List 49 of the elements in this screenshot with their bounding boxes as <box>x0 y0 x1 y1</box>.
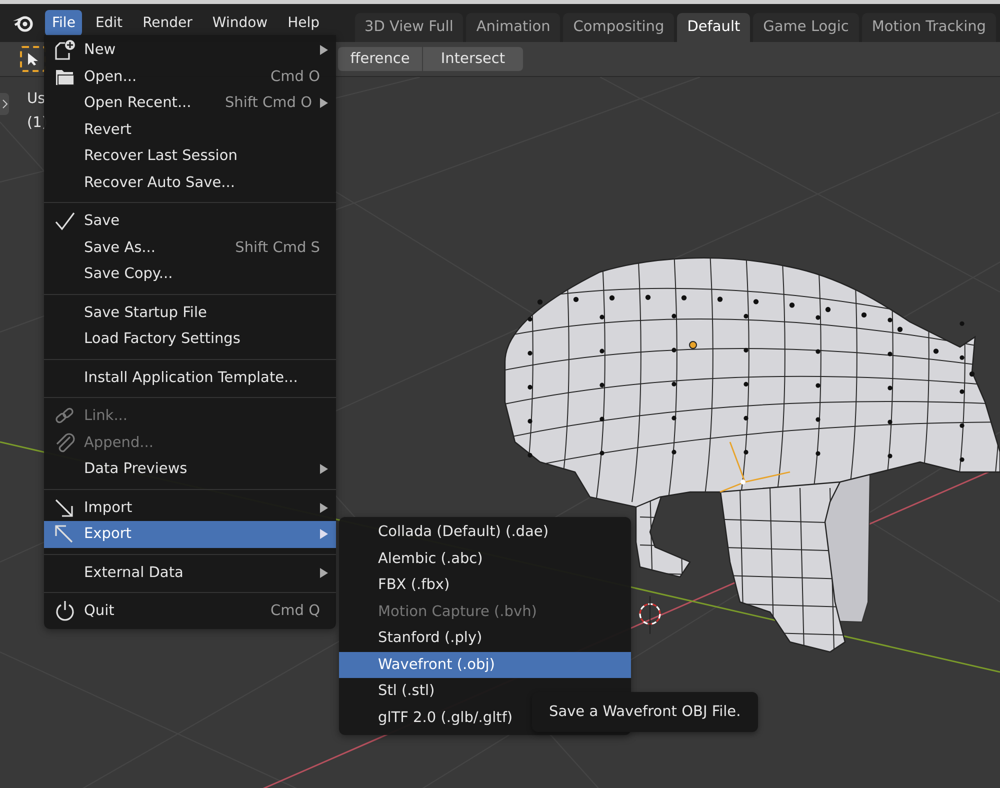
power-icon <box>54 600 76 622</box>
menu-item[interactable]: File <box>45 10 82 36</box>
menu-item[interactable]: Data Previews <box>44 456 336 482</box>
shortcut-text: Cmd Q <box>270 603 320 620</box>
shortcut-text: Shift Cmd S <box>235 240 320 256</box>
menu-item[interactable]: Wavefront (.obj) <box>339 652 631 678</box>
menu-item[interactable]: FBX (.fbx) <box>339 572 631 598</box>
arrow-down-right-icon <box>54 498 76 518</box>
menu-item[interactable]: Import <box>44 494 336 521</box>
workspace-tab[interactable]: Compositing <box>563 13 674 42</box>
workspace-tab[interactable]: Motion Tracking <box>862 13 996 42</box>
toolbar-button[interactable]: fference <box>338 47 422 71</box>
menu-item[interactable]: Save <box>44 208 336 234</box>
menu-item[interactable]: Open Recent... Shift Cmd O <box>44 90 336 116</box>
3d-cursor-icon <box>639 596 661 634</box>
menu-item[interactable]: Export <box>44 521 336 548</box>
tooltip: Save a Wavefront OBJ File. <box>532 692 758 732</box>
menu-item[interactable]: Open... Cmd O <box>44 64 336 90</box>
workspace-tab[interactable]: Game Logic <box>753 13 859 42</box>
toolbar-button[interactable]: Intersect <box>423 47 523 71</box>
chevron-right-icon <box>2 99 8 109</box>
menu-item[interactable]: Quit Cmd Q <box>44 598 336 624</box>
shortcut-text: Shift Cmd O <box>224 95 312 112</box>
menu-item[interactable]: Load Factory Settings <box>44 326 336 352</box>
menu-item[interactable]: Help <box>280 10 327 36</box>
logo-icon[interactable] <box>12 13 34 33</box>
viewport-info-text: Us <box>27 91 46 107</box>
menu-item[interactable]: Recover Last Session <box>44 143 336 170</box>
checkmark-icon <box>54 210 76 232</box>
workspace-tab[interactable]: Default <box>677 13 750 42</box>
menu-item[interactable]: Save As... Shift Cmd S <box>44 234 336 261</box>
menu-item[interactable]: Alembic (.abc) <box>339 546 631 572</box>
menu-item[interactable]: Render <box>136 10 200 36</box>
paperclip-icon <box>54 432 76 453</box>
menu-item[interactable]: Collada (Default) (.dae) <box>339 519 631 546</box>
sidebar-toggle[interactable] <box>0 93 9 115</box>
workspace-tab[interactable]: 3D View Full <box>354 13 464 42</box>
menu-item[interactable]: Recover Auto Save... <box>44 170 336 196</box>
menu-item[interactable]: Edit <box>88 10 130 36</box>
menu-item[interactable]: Install Application Template... <box>44 364 336 391</box>
shortcut-text: Cmd O <box>270 68 320 85</box>
menu-item[interactable]: Stanford (.ply) <box>339 625 631 652</box>
menu-item[interactable]: Save Copy... <box>44 261 336 288</box>
workspace-tab[interactable]: Animation <box>466 13 560 42</box>
menu-item[interactable]: Save Startup File <box>44 300 336 326</box>
file-new-icon <box>54 39 76 62</box>
menu-item[interactable]: External Data <box>44 560 336 586</box>
menu-item[interactable]: Window <box>205 10 275 36</box>
menu-item[interactable]: New <box>44 37 336 64</box>
